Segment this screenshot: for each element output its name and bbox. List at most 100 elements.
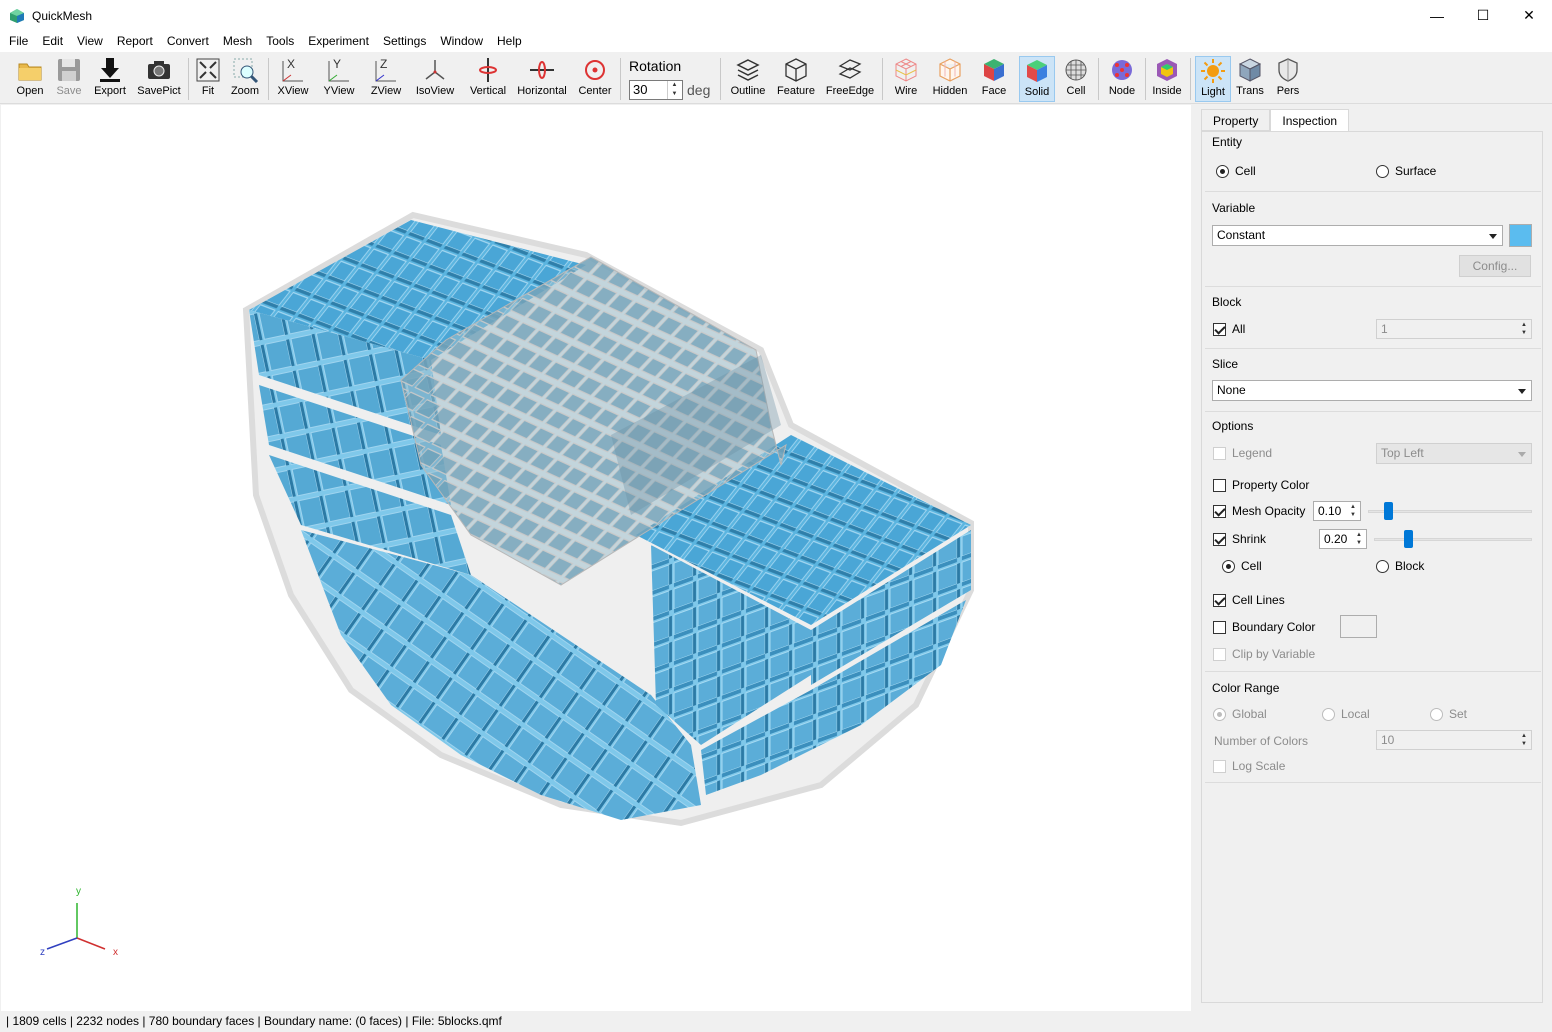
color-range-local-radio[interactable]: Local <box>1322 707 1370 721</box>
zview-button[interactable]: Z ZView <box>367 56 405 102</box>
y-axis-view-icon: Y <box>328 57 349 82</box>
rotation-control: Rotation 30 ▲ ▼ deg <box>625 56 715 102</box>
trans-button[interactable]: Trans <box>1234 56 1266 102</box>
freeedge-button[interactable]: FreeEdge <box>824 56 876 102</box>
boundary-color-checkbox[interactable]: Boundary Color <box>1213 620 1315 634</box>
shrink-stepper[interactable]: 0.20 ▲ ▼ <box>1319 529 1367 549</box>
tab-inspection[interactable]: Inspection <box>1270 109 1350 132</box>
menu-help[interactable]: Help <box>490 31 529 52</box>
menu-window[interactable]: Window <box>433 31 490 52</box>
inspection-panel: Property Inspection Entity Cell Surface … <box>1200 108 1544 1003</box>
menu-edit[interactable]: Edit <box>35 31 70 52</box>
face-cube-icon <box>984 59 1004 81</box>
menu-experiment[interactable]: Experiment <box>301 31 376 52</box>
variable-select[interactable]: Constant <box>1212 225 1503 246</box>
options-group-title: Options <box>1212 419 1254 433</box>
xview-button[interactable]: X XView <box>274 56 312 102</box>
transparent-cube-icon <box>1238 58 1262 82</box>
mesh-render[interactable] <box>1 105 1191 1011</box>
config-button[interactable]: Config... <box>1459 255 1531 277</box>
horizontal-rotate-button[interactable]: Horizontal <box>516 56 568 102</box>
slice-select[interactable]: None <box>1212 380 1532 401</box>
mesh-opacity-slider-thumb[interactable] <box>1384 502 1393 520</box>
color-range-global-radio[interactable]: Global <box>1213 707 1267 721</box>
property-color-checkbox[interactable]: Property Color <box>1213 478 1309 492</box>
pers-button[interactable]: Pers <box>1272 56 1304 102</box>
light-button[interactable]: Light <box>1195 56 1231 102</box>
feature-button[interactable]: Feature <box>774 56 818 102</box>
status-text: | 1809 cells | 2232 nodes | 780 boundary… <box>6 1014 502 1028</box>
menu-view[interactable]: View <box>70 31 110 52</box>
slice-group-title: Slice <box>1212 357 1239 371</box>
color-range-set-radio[interactable]: Set <box>1430 707 1467 721</box>
rotation-unit: deg <box>687 82 711 98</box>
folder-icon <box>18 63 42 81</box>
menu-report[interactable]: Report <box>110 31 160 52</box>
minimize-button[interactable]: — <box>1414 0 1460 31</box>
cell-lines-checkbox[interactable]: Cell Lines <box>1213 593 1285 607</box>
yview-button[interactable]: Y YView <box>320 56 358 102</box>
isoview-button[interactable]: IsoView <box>413 56 457 102</box>
close-button[interactable]: ✕ <box>1506 0 1552 31</box>
y-axis-label: y <box>76 886 81 897</box>
vertical-rotate-button[interactable]: Vertical <box>467 56 509 102</box>
tab-property[interactable]: Property <box>1201 109 1271 131</box>
block-number-stepper[interactable]: 1 ▲ ▼ <box>1376 319 1532 339</box>
entity-cell-radio[interactable]: Cell <box>1216 164 1256 178</box>
cell-button[interactable]: Cell <box>1060 56 1092 102</box>
save-button[interactable]: Save <box>52 56 86 102</box>
rotation-stepper[interactable]: ▲ ▼ <box>667 81 681 99</box>
toolbar-separator <box>720 58 721 100</box>
fit-button[interactable]: Fit <box>194 56 222 102</box>
entity-group-title: Entity <box>1212 135 1243 149</box>
shrink-checkbox[interactable]: Shrink <box>1213 532 1266 546</box>
shrink-block-radio[interactable]: Block <box>1376 559 1424 573</box>
legend-position-select[interactable]: Top Left <box>1376 443 1532 464</box>
toolbar-separator <box>188 58 189 100</box>
shrink-cell-radio[interactable]: Cell <box>1222 559 1262 573</box>
node-button[interactable]: Node <box>1104 56 1140 102</box>
clip-by-variable-checkbox[interactable]: Clip by Variable <box>1213 647 1315 661</box>
legend-checkbox[interactable]: Legend <box>1213 446 1272 460</box>
outline-button[interactable]: Outline <box>728 56 768 102</box>
menu-bar: File Edit View Report Convert Mesh Tools… <box>0 31 1552 52</box>
vertical-rotate-icon <box>479 58 497 82</box>
window-title: QuickMesh <box>32 8 93 23</box>
center-button[interactable]: Center <box>576 56 614 102</box>
menu-file[interactable]: File <box>2 31 35 52</box>
menu-convert[interactable]: Convert <box>160 31 216 52</box>
menu-settings[interactable]: Settings <box>376 31 433 52</box>
menu-tools[interactable]: Tools <box>259 31 301 52</box>
hidden-button[interactable]: Hidden <box>930 56 970 102</box>
shrink-slider[interactable] <box>1374 529 1532 549</box>
solid-button[interactable]: Solid <box>1019 56 1055 102</box>
savepict-button[interactable]: SavePict <box>136 56 182 102</box>
block-all-checkbox[interactable]: All <box>1213 322 1245 336</box>
mesh-opacity-checkbox[interactable]: Mesh Opacity <box>1213 504 1305 518</box>
variable-color-swatch[interactable] <box>1509 224 1532 247</box>
camera-icon <box>148 61 170 79</box>
zoom-button[interactable]: Zoom <box>228 56 262 102</box>
toolbar-separator <box>1098 58 1099 100</box>
target-icon <box>585 60 605 80</box>
number-of-colors-stepper[interactable]: 10 ▲ ▼ <box>1376 730 1532 750</box>
inside-button[interactable]: Inside <box>1150 56 1184 102</box>
face-button[interactable]: Face <box>976 56 1012 102</box>
entity-surface-radio[interactable]: Surface <box>1376 164 1436 178</box>
z-axis-line <box>46 937 78 950</box>
wire-button[interactable]: Wire <box>888 56 924 102</box>
cell-sphere-icon <box>1065 59 1087 81</box>
solid-cube-icon <box>1027 60 1047 82</box>
open-button[interactable]: Open <box>12 56 48 102</box>
maximize-button[interactable]: ☐ <box>1460 0 1506 31</box>
menu-mesh[interactable]: Mesh <box>216 31 259 52</box>
export-button[interactable]: Export <box>91 56 129 102</box>
3d-viewport[interactable]: y x z <box>1 105 1191 1011</box>
svg-text:X: X <box>287 57 295 71</box>
log-scale-checkbox[interactable]: Log Scale <box>1213 759 1285 773</box>
status-bar: | 1809 cells | 2232 nodes | 780 boundary… <box>0 1011 1552 1032</box>
mesh-opacity-stepper[interactable]: 0.10 ▲ ▼ <box>1313 501 1361 521</box>
shrink-slider-thumb[interactable] <box>1404 530 1413 548</box>
boundary-color-swatch[interactable] <box>1340 615 1377 638</box>
mesh-opacity-slider[interactable] <box>1368 501 1532 521</box>
